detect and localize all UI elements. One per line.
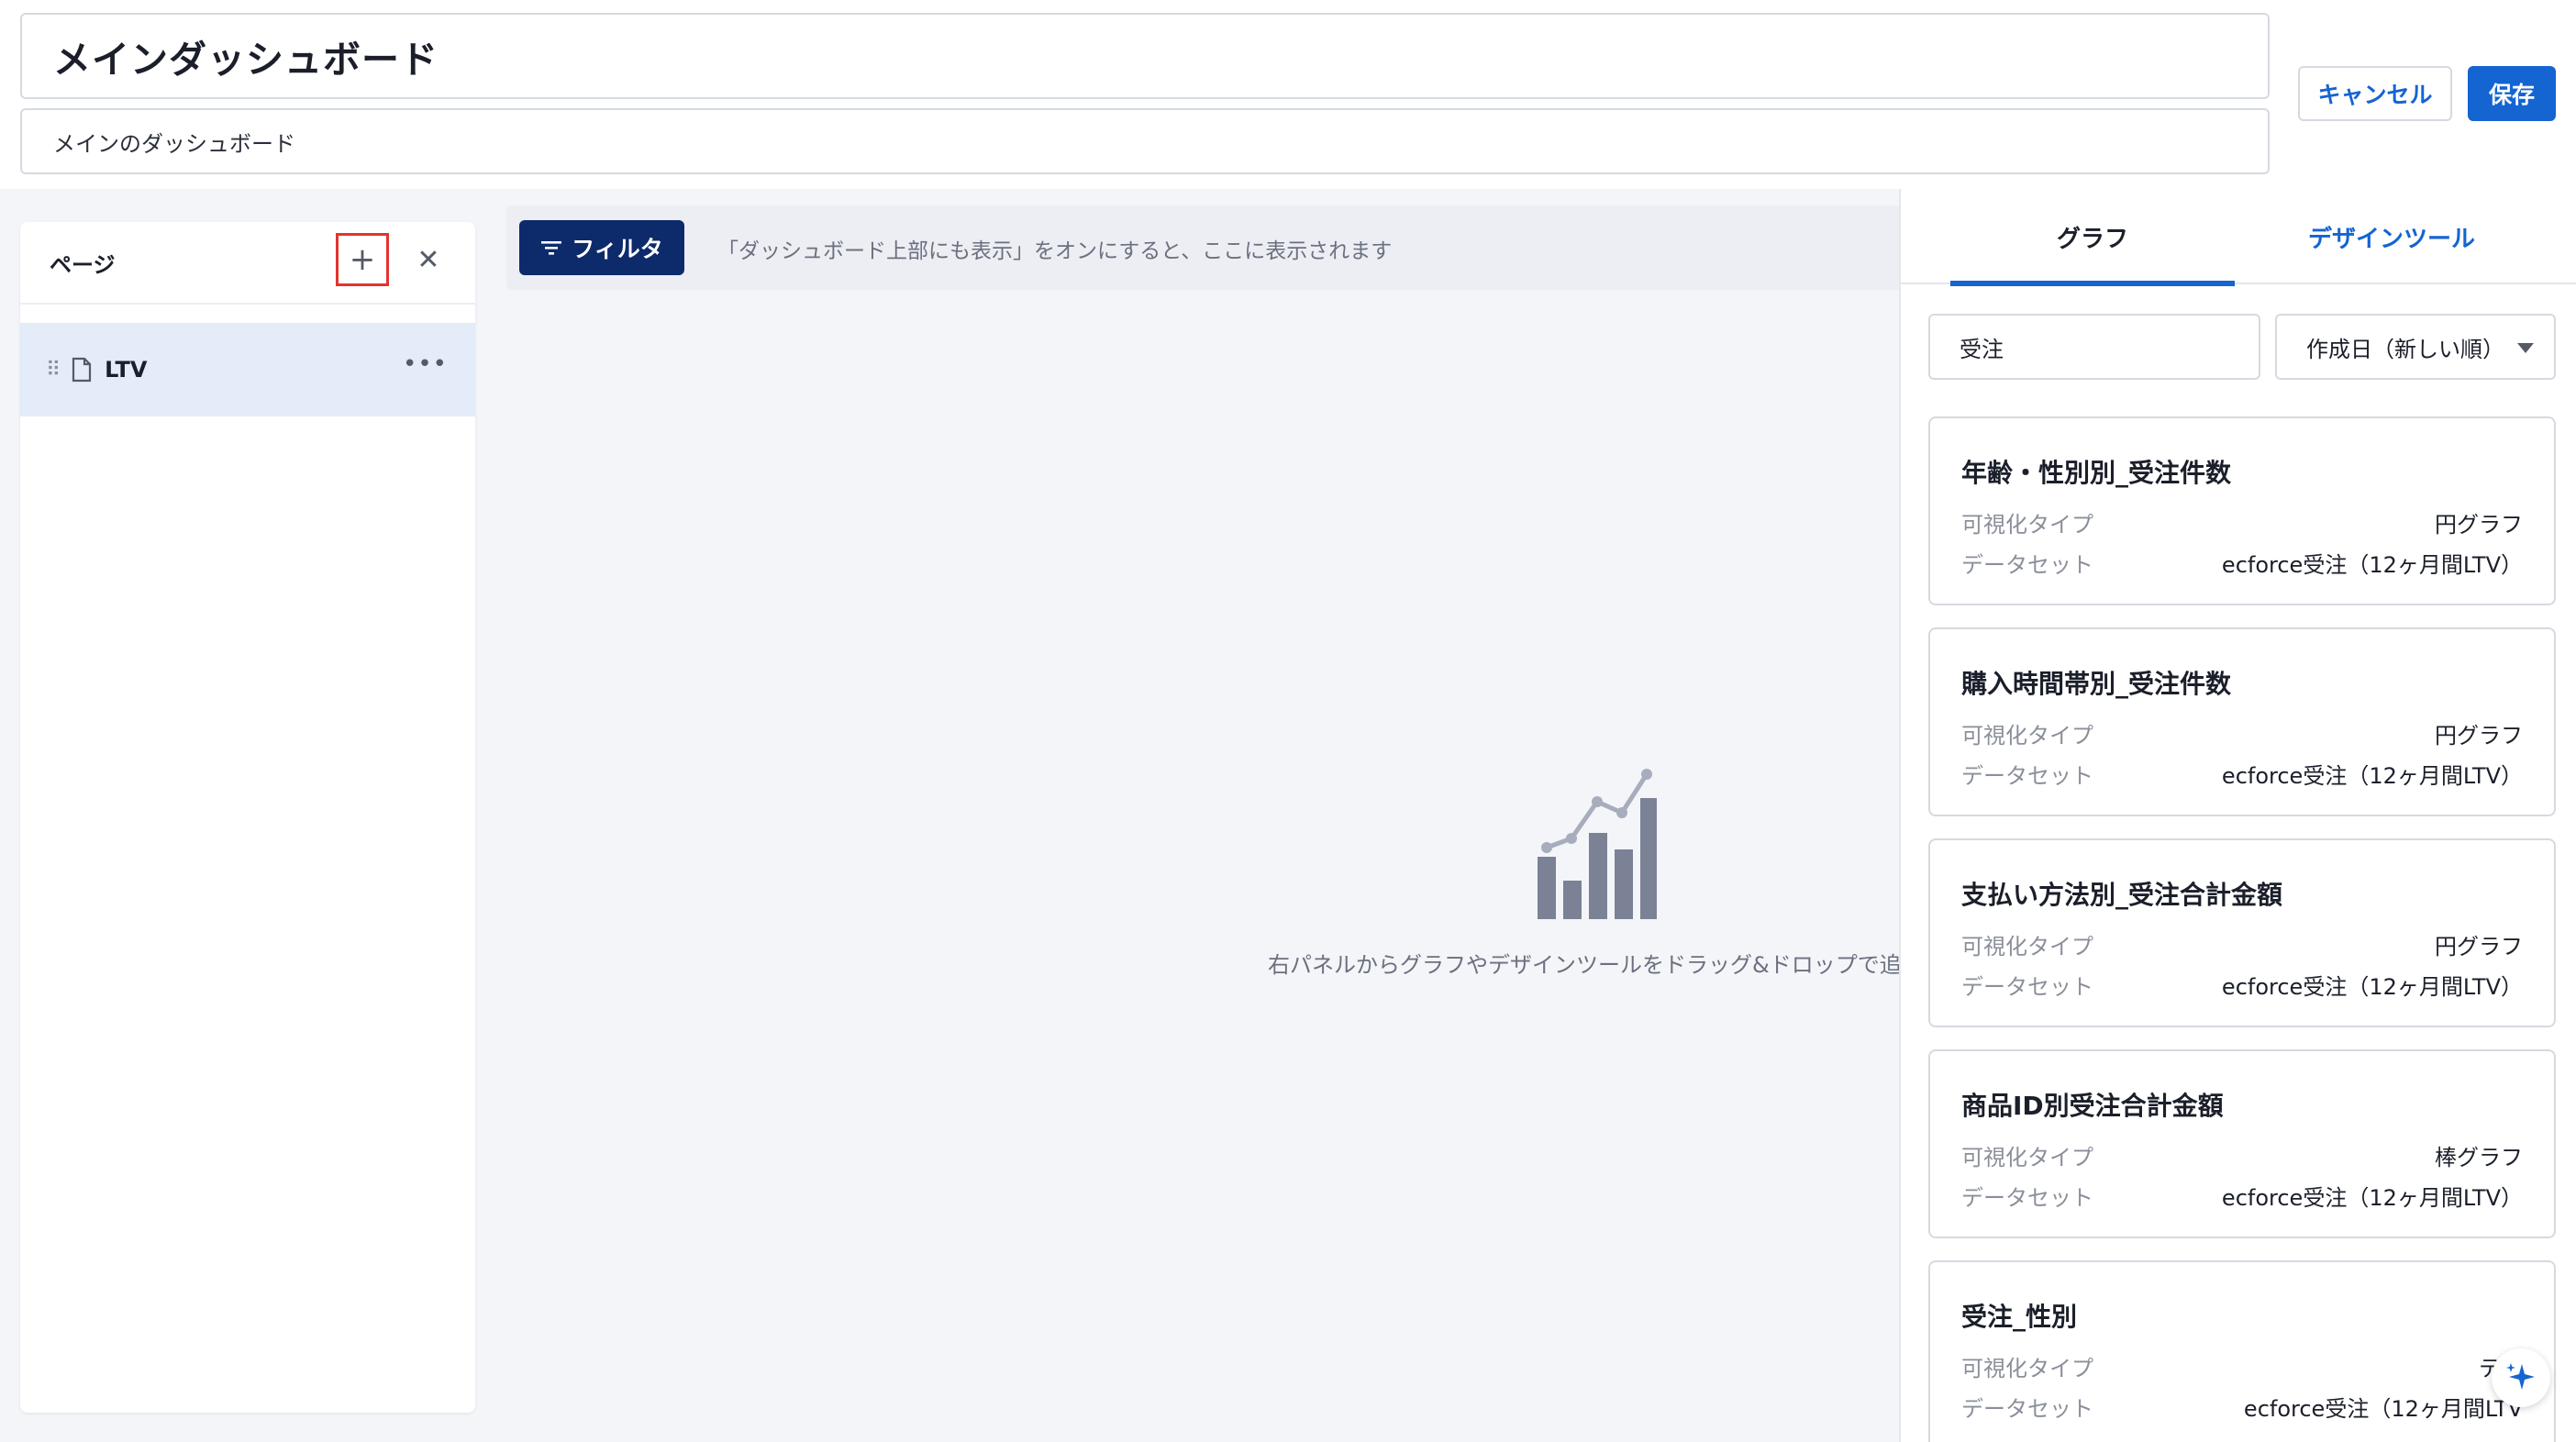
component-tabs: グラフ デザインツール	[1899, 189, 2576, 286]
graph-card-type-row: 可視化タイプ 円グラフ	[1961, 928, 2523, 959]
plus-icon[interactable]: +	[336, 233, 389, 286]
graph-card-type-row: 可視化タイプ テー	[1961, 1350, 2523, 1381]
graph-card-title: 受注_性別	[1961, 1302, 2078, 1332]
graph-card-type-row: 可視化タイプ 円グラフ	[1961, 506, 2523, 538]
more-options-icon[interactable]: •••	[403, 350, 448, 378]
graph-card-dataset-row: データセット ecforce受注（12ヶ月間LTV）	[1961, 1180, 2523, 1211]
close-icon[interactable]: ✕	[405, 235, 451, 284]
type-label: 可視化タイプ	[1961, 723, 2093, 749]
graph-card-dataset-row: データセット ecforce受注（12ヶ月間LTV	[1961, 1391, 2523, 1422]
tab-design-tools[interactable]: デザインツール	[2249, 189, 2534, 284]
pages-panel: ページ + ✕ ⠿ LTV •••	[20, 222, 475, 1413]
page-item-ltv[interactable]: ⠿ LTV •••	[20, 323, 475, 416]
graph-card-title: 支払い方法別_受注合計金額	[1961, 880, 2283, 910]
graph-card[interactable]: 購入時間帯別_受注件数 可視化タイプ 円グラフ データセット ecforce受注…	[1928, 627, 2556, 816]
graph-card-type-row: 可視化タイプ 円グラフ	[1961, 717, 2523, 749]
filter-hint-text: 「ダッシュボード上部にも表示」をオンにすると、ここに表示されます	[717, 239, 1393, 263]
dataset-value: ecforce受注（12ヶ月間LTV）	[2221, 974, 2523, 1000]
save-button[interactable]: 保存	[2468, 66, 2556, 121]
chevron-down-icon	[2517, 343, 2534, 353]
graph-card-dataset-row: データセット ecforce受注（12ヶ月間LTV）	[1961, 969, 2523, 1000]
type-value: 円グラフ	[2435, 723, 2523, 749]
graph-card[interactable]: 受注_性別 可視化タイプ テー データセット ecforce受注（12ヶ月間LT…	[1928, 1260, 2556, 1442]
filter-button[interactable]: フィルタ	[519, 220, 684, 275]
cancel-button[interactable]: キャンセル	[2298, 66, 2452, 121]
sort-select[interactable]: 作成日（新しい順）	[2275, 314, 2556, 380]
graph-card[interactable]: 商品ID別受注合計金額 可視化タイプ 棒グラフ データセット ecforce受注…	[1928, 1049, 2556, 1238]
graph-card-dataset-row: データセット ecforce受注（12ヶ月間LTV）	[1961, 758, 2523, 789]
dataset-label: データセット	[1961, 552, 2093, 578]
type-label: 可視化タイプ	[1961, 934, 2093, 959]
dataset-label: データセット	[1961, 1396, 2093, 1422]
graph-card-title: 購入時間帯別_受注件数	[1961, 669, 2232, 699]
type-value: 棒グラフ	[2435, 1145, 2523, 1170]
graph-card[interactable]: 支払い方法別_受注合計金額 可視化タイプ 円グラフ データセット ecforce…	[1928, 838, 2556, 1027]
filter-icon	[540, 238, 562, 257]
tab-graph[interactable]: グラフ	[1950, 189, 2235, 286]
filter-button-label: フィルタ	[572, 236, 663, 262]
graph-card-type-row: 可視化タイプ 棒グラフ	[1961, 1139, 2523, 1170]
dataset-label: データセット	[1961, 763, 2093, 789]
graph-card[interactable]: 年齢・性別別_受注件数 可視化タイプ 円グラフ データセット ecforce受注…	[1928, 416, 2556, 605]
dataset-label: データセット	[1961, 1185, 2093, 1211]
sort-select-value: 作成日（新しい順）	[2306, 336, 2504, 362]
graph-card-title: 商品ID別受注合計金額	[1961, 1091, 2224, 1121]
graph-card-title: 年齢・性別別_受注件数	[1961, 458, 2232, 488]
ai-assistant-sparkle-icon[interactable]	[2492, 1348, 2550, 1407]
drag-handle-icon[interactable]: ⠿	[46, 359, 61, 382]
pages-panel-header: ページ + ✕	[20, 222, 475, 305]
dataset-label: データセット	[1961, 974, 2093, 1000]
file-icon	[72, 357, 92, 383]
type-label: 可視化タイプ	[1961, 1145, 2093, 1170]
pages-panel-title: ページ	[50, 251, 116, 278]
graph-card-dataset-row: データセット ecforce受注（12ヶ月間LTV）	[1961, 547, 2523, 578]
chart-placeholder-icon	[1527, 761, 1659, 930]
dataset-value: ecforce受注（12ヶ月間LTV）	[2221, 763, 2523, 789]
dashboard-title-input[interactable]: メインダッシュボード	[20, 13, 2270, 99]
dashboard-description-input[interactable]: メインのダッシュボード	[20, 108, 2270, 174]
type-label: 可視化タイプ	[1961, 1356, 2093, 1381]
page-item-label: LTV	[105, 357, 148, 383]
type-value: 円グラフ	[2435, 934, 2523, 959]
dataset-value: ecforce受注（12ヶ月間LTV）	[2221, 1185, 2523, 1211]
dataset-value: ecforce受注（12ヶ月間LTV	[2243, 1396, 2523, 1422]
type-label: 可視化タイプ	[1961, 512, 2093, 538]
empty-state-text: 右パネルからグラフやデザインツールをドラッグ&ドロップで追	[1268, 952, 1899, 978]
search-input[interactable]: 受注	[1928, 314, 2260, 380]
dataset-value: ecforce受注（12ヶ月間LTV）	[2221, 552, 2523, 578]
type-value: 円グラフ	[2435, 512, 2523, 538]
